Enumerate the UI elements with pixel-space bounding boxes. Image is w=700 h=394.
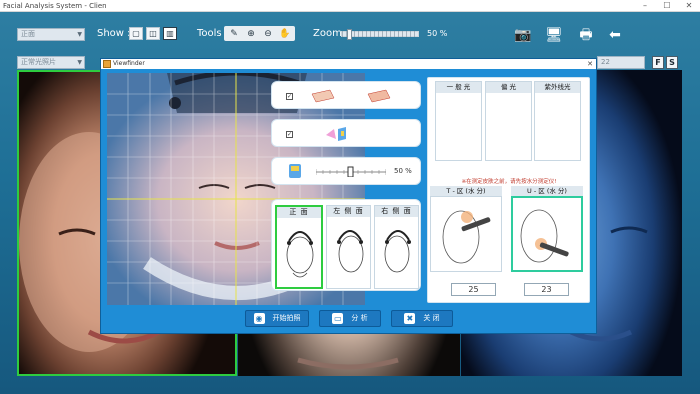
panel3-select[interactable]: 22 [597,56,645,69]
light-option-card-1: ✓ [271,81,421,109]
angle-front-option[interactable]: 正 面 [275,205,323,289]
zoom-slider-ticks [342,31,418,37]
f-button[interactable]: F [652,56,664,69]
zoom-out-icon[interactable]: ⊖ [261,28,275,40]
polarized-light-label: 偏 光 [486,82,531,93]
close-icon: ✖ [404,312,416,324]
window-title: Facial Analysis System - Clien [3,1,107,10]
uv-lamp-icon [326,127,346,141]
panel1-light-select[interactable]: 正常光照片 ▼ [17,56,85,69]
camera-icon: ◉ [253,312,265,324]
t-zone-value: 25 [451,283,496,296]
t-zone-diagram[interactable] [430,196,502,272]
brightness-icon [289,164,301,178]
zoom-slider[interactable] [341,29,419,40]
view-angle-value: 正面 [21,30,35,38]
polarized-light-thumb[interactable]: 偏 光 [485,81,532,161]
window-title-bar: Facial Analysis System - Clien – ☐ ✕ [0,0,700,12]
normal-light-label: 一 般 光 [436,82,481,93]
main-toolbar: 正面 ▼ Show : ▢ ◫ ▥ Tools : ✎ ⊕ ⊖ ✋ Zoom :… [0,13,700,55]
u-zone-sketch-icon [520,209,569,263]
light-panel-salmon-icon [367,89,391,103]
layout-double-button[interactable]: ◫ [146,27,160,40]
s-button[interactable]: S [666,56,678,69]
minimize-button[interactable]: – [634,0,656,11]
u-zone-diagram[interactable] [511,196,583,272]
option1-checkbox[interactable]: ✓ [286,93,293,100]
monitor-icon: ▭ [332,312,344,324]
analyze-label: 分 析 [351,314,368,322]
show-label: Show : [97,28,131,39]
viewfinder-dialog: Viewfinder ✕ ✓ ✓ 50 % 正 面 左 侧 面 右 侧 面 一 … [100,58,597,334]
analyze-button[interactable]: ▭ 分 析 [319,310,381,327]
start-capture-button[interactable]: ◉ 开始拍照 [245,310,309,327]
printer-icon[interactable]: 🖶 [577,27,595,43]
light-option-card-2: ✓ [271,119,421,147]
close-window-button[interactable]: ✕ [678,0,700,11]
hand-pan-icon[interactable]: ✋ [278,28,292,40]
brightness-value: 50 % [394,167,412,175]
chevron-down-icon: ▼ [77,59,82,66]
panel3-select-value: 22 [601,58,610,66]
u-zone-value: 23 [524,283,569,296]
light-panel-pink-icon [311,89,335,103]
pencil-icon[interactable]: ✎ [227,28,241,40]
back-arrow-icon[interactable]: ⬅ [606,27,624,43]
angle-left-label: 左 侧 面 [327,206,370,217]
front-face-sketch-icon [286,231,314,278]
zoom-slider-thumb[interactable] [347,29,352,40]
dialog-title-bar: Viewfinder ✕ [101,59,596,69]
brightness-card: 50 % [271,157,421,185]
chevron-down-icon: ▼ [77,31,82,38]
t-zone-sketch-icon [442,210,491,264]
angle-front-label: 正 面 [277,207,321,218]
uv-light-label: 紫外线光 [535,82,580,93]
uv-light-thumb[interactable]: 紫外线光 [534,81,581,161]
brightness-slider[interactable] [316,165,386,177]
start-capture-label: 开始拍照 [272,314,301,322]
close-dialog-button[interactable]: ✖ 关 闭 [391,310,453,327]
monitor-icon[interactable]: 🖥 [545,27,563,43]
app-icon [103,60,111,68]
dialog-close-icon[interactable]: ✕ [587,59,593,69]
angle-right-label: 右 侧 面 [375,206,418,217]
t-zone-label: T - 区 (水 分) [430,186,502,196]
dialog-title: Viewfinder [113,60,145,67]
tools-group: ✎ ⊕ ⊖ ✋ [224,26,295,41]
close-dialog-label: 关 闭 [423,314,440,322]
moisture-warning-text: ※在测定皮肤之前，请先按水分测定仪! [461,179,557,185]
left-face-sketch-icon [337,230,364,273]
zoom-value: 50 % [427,29,448,38]
right-face-sketch-icon [384,230,411,273]
u-zone-label: U - 区 (水 分) [511,186,583,196]
maximize-button[interactable]: ☐ [656,0,678,11]
camera-icon[interactable]: 📷 [514,27,532,43]
view-angle-select[interactable]: 正面 ▼ [17,28,85,41]
panel1-light-value: 正常光照片 [21,58,56,66]
zoom-in-icon[interactable]: ⊕ [244,28,258,40]
angle-left-option[interactable]: 左 侧 面 [326,205,371,289]
angle-right-option[interactable]: 右 侧 面 [374,205,419,289]
layout-triple-button[interactable]: ▥ [163,27,177,40]
layout-single-button[interactable]: ▢ [129,27,143,40]
option2-checkbox[interactable]: ✓ [286,131,293,138]
normal-light-thumb[interactable]: 一 般 光 [435,81,482,161]
